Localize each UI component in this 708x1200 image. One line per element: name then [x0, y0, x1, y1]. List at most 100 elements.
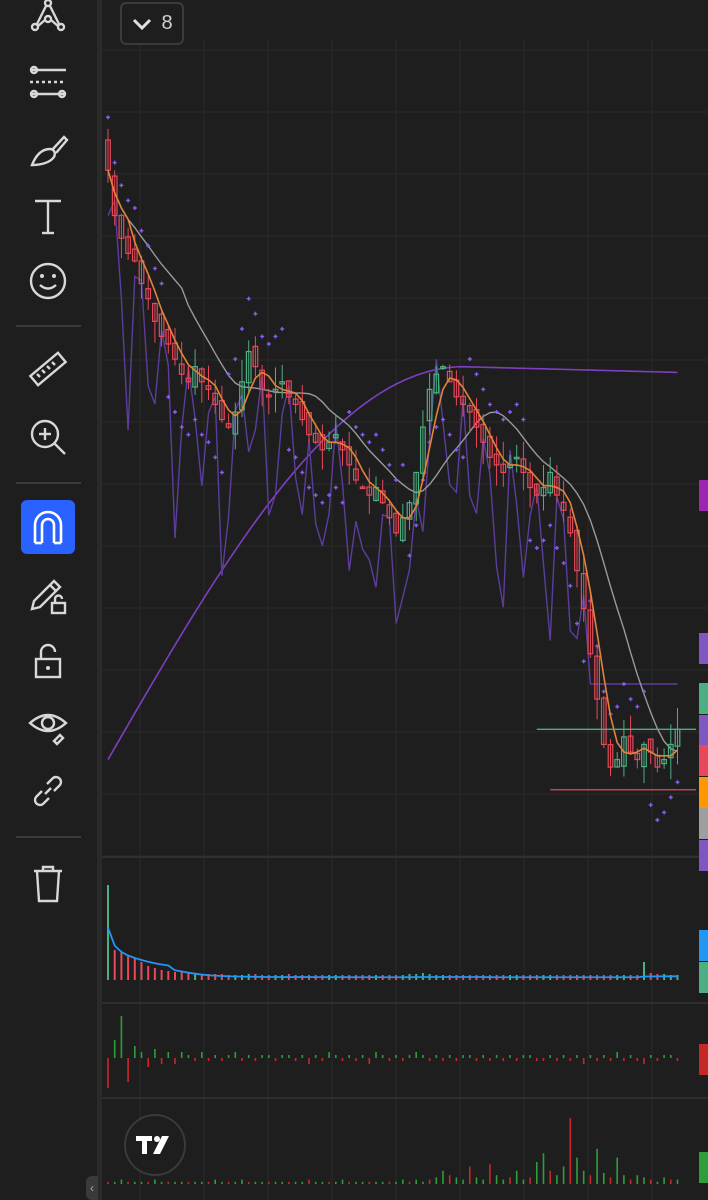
oscillator-bar — [408, 1055, 411, 1058]
bottom-volume-bar — [395, 1181, 397, 1184]
oscillator-bar — [643, 1058, 645, 1064]
oscillator-bar — [294, 1058, 297, 1061]
bottom-volume-bar — [254, 1181, 257, 1184]
volume-bar — [174, 972, 176, 980]
bottom-volume-bar — [569, 1118, 572, 1184]
lock-drawings-tool[interactable] — [21, 568, 75, 622]
bottom-volume-bar — [207, 1181, 210, 1184]
oscillator-bar — [395, 1055, 397, 1058]
volume-bar — [220, 974, 223, 980]
toolbar-divider — [16, 836, 81, 838]
bottom-volume-bar — [522, 1179, 525, 1184]
bottom-volume-bar — [301, 1181, 304, 1184]
bottom-volume-bar — [596, 1148, 598, 1184]
oscillator-bar — [180, 1052, 183, 1058]
price-label-tab — [699, 808, 708, 839]
bottom-volume-bar — [321, 1181, 324, 1184]
oscillator-bar — [314, 1055, 317, 1058]
tradingview-logo-icon — [136, 1136, 169, 1154]
oscillator-bar — [355, 1058, 357, 1061]
oscillator-bar — [529, 1055, 531, 1058]
oscillator-bar — [422, 1055, 424, 1058]
bottom-volume-bar — [355, 1181, 357, 1184]
pane-toggle-button[interactable]: 8 — [120, 2, 184, 45]
oscillator-bar — [160, 1058, 163, 1064]
bottom-volume-bar — [529, 1177, 531, 1184]
sync-tool[interactable] — [21, 764, 75, 818]
bottom-volume-bar — [582, 1170, 585, 1184]
price-label-tab — [699, 1152, 708, 1183]
oscillator-bar — [562, 1055, 565, 1058]
bottom-volume-bar — [448, 1175, 451, 1184]
oscillator-bar — [656, 1058, 659, 1061]
bottom-volume-bar — [348, 1181, 350, 1184]
bottom-volume-bar — [515, 1170, 518, 1184]
price-label-tab — [699, 962, 708, 993]
emoji-tool[interactable] — [21, 254, 75, 308]
bottom-volume-bar — [167, 1181, 170, 1184]
price-label-tab — [699, 633, 708, 664]
oscillator-bar — [140, 1052, 143, 1058]
tradingview-logo[interactable] — [124, 1114, 186, 1176]
oscillator-bar — [234, 1052, 237, 1058]
price-label-tab — [699, 777, 708, 808]
oscillator-bar — [469, 1055, 471, 1058]
oscillator-bar — [649, 1055, 652, 1058]
oscillator-bar — [147, 1058, 149, 1067]
brush-tool[interactable] — [21, 124, 75, 178]
chart-canvas[interactable] — [102, 0, 708, 1200]
hide-tool[interactable] — [21, 698, 75, 752]
fib-retracement-icon — [29, 65, 67, 99]
bottom-volume-bar — [422, 1181, 424, 1184]
smiley-icon — [29, 262, 67, 300]
bottom-volume-bar — [542, 1153, 545, 1184]
oscillator-bar — [288, 1055, 290, 1058]
pattern-tool[interactable] — [21, 0, 75, 42]
oscillator-bar — [174, 1058, 176, 1064]
price-label-tab — [699, 1044, 708, 1075]
ruler-icon — [28, 351, 68, 387]
delete-tool[interactable] — [21, 856, 75, 910]
bottom-volume-bar — [381, 1181, 384, 1184]
bottom-volume-bar — [475, 1177, 478, 1184]
bottom-volume-bar — [562, 1166, 565, 1184]
oscillator-bar — [335, 1055, 337, 1058]
oscillator-bar — [435, 1055, 438, 1058]
bottom-volume-bar — [603, 1173, 605, 1184]
bottom-volume-bar — [629, 1179, 632, 1184]
oscillator-bar — [214, 1055, 216, 1058]
bottom-volume-bar — [227, 1181, 230, 1184]
bottom-volume-bar — [328, 1181, 330, 1184]
oscillator-bar — [623, 1058, 625, 1061]
measure-tool[interactable] — [21, 343, 75, 397]
oscillator-bar — [415, 1052, 417, 1058]
zoom-tool[interactable] — [21, 410, 75, 464]
price-chart[interactable] — [102, 0, 708, 1200]
oscillator-bar — [475, 1058, 478, 1061]
bottom-volume-bar — [408, 1181, 411, 1184]
oscillator-bar — [113, 1040, 116, 1058]
fib-tool[interactable] — [21, 55, 75, 109]
bottom-volume-bar — [616, 1157, 618, 1184]
bottom-volume-bar — [656, 1181, 659, 1184]
oscillator-bar — [495, 1055, 498, 1058]
collapse-toolbar-button[interactable]: ‹ — [86, 1176, 98, 1200]
oscillator-bar — [670, 1055, 672, 1058]
magnet-tool[interactable] — [21, 500, 75, 554]
lock-all-tool[interactable] — [21, 634, 75, 688]
oscillator-bar — [522, 1055, 525, 1058]
text-tool[interactable] — [21, 188, 75, 242]
bottom-volume-bar — [589, 1175, 592, 1184]
bottom-volume-bar — [536, 1162, 538, 1184]
volume-bar — [133, 958, 136, 980]
bottom-volume-bar — [402, 1179, 404, 1184]
oscillator-bar — [261, 1055, 263, 1058]
bottom-volume-bar — [676, 1179, 679, 1184]
price-label-tab — [699, 840, 708, 871]
bottom-volume-bar — [663, 1177, 665, 1184]
bottom-volume-bar — [268, 1181, 270, 1184]
oscillator-bar — [281, 1055, 283, 1058]
bottom-volume-bar — [187, 1181, 190, 1184]
bottom-volume-bar — [556, 1175, 558, 1184]
link-icon — [33, 775, 63, 807]
